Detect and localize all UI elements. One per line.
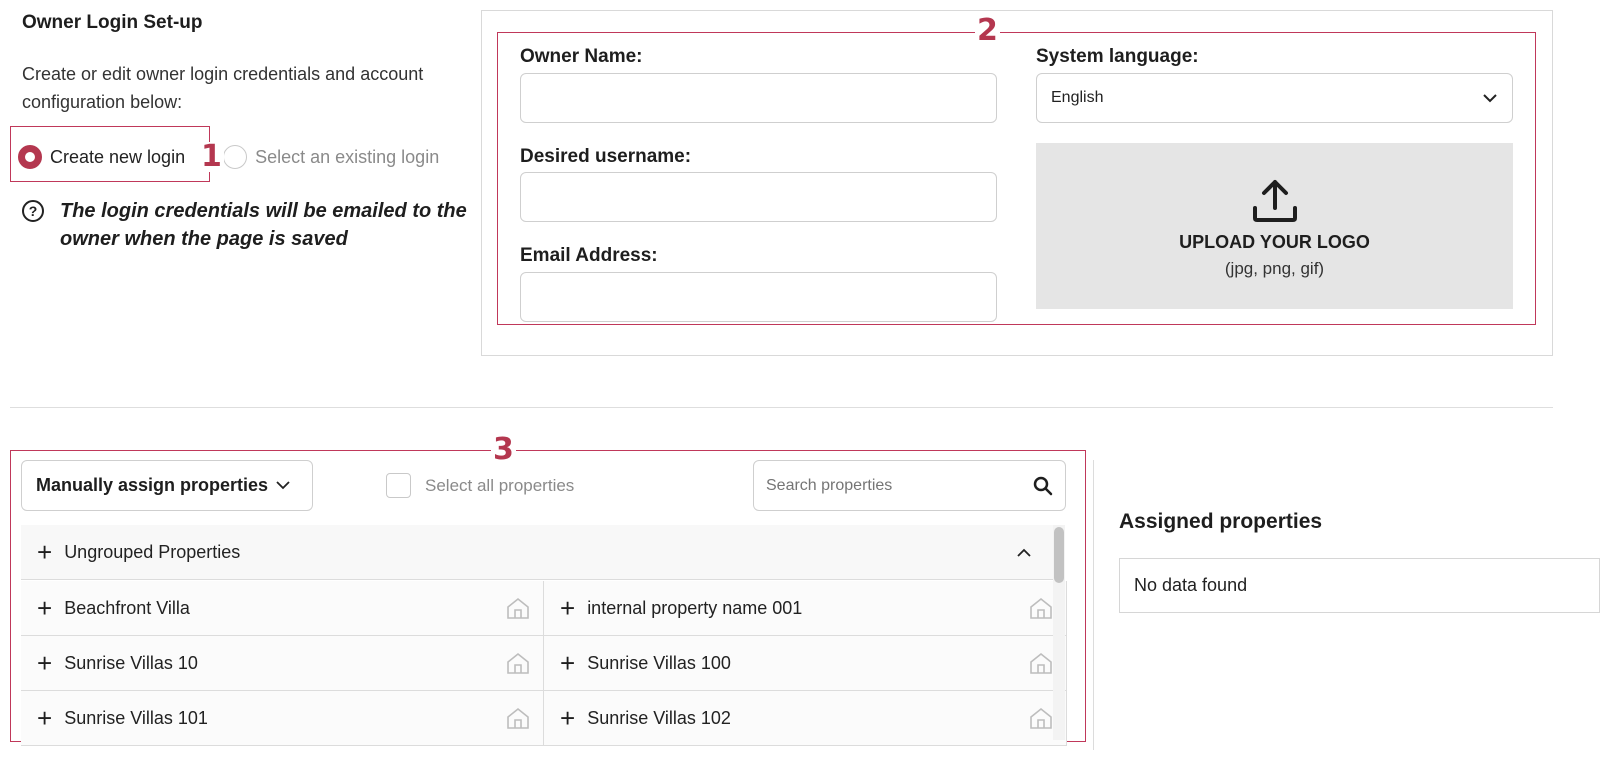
property-item[interactable]: + Sunrise Villas 100 bbox=[544, 636, 1067, 691]
house-icon bbox=[1030, 597, 1052, 619]
email-label: Email Address: bbox=[520, 245, 658, 266]
property-item[interactable]: + Sunrise Villas 10 bbox=[21, 636, 544, 691]
search-properties[interactable] bbox=[753, 460, 1066, 511]
owner-name-label: Owner Name: bbox=[520, 46, 643, 67]
radio-create-new-login-label: Create new login bbox=[50, 146, 186, 167]
upload-icon bbox=[1252, 179, 1297, 222]
property-name: Sunrise Villas 102 bbox=[587, 707, 731, 728]
property-group-name: Ungrouped Properties bbox=[64, 541, 241, 562]
property-item[interactable]: + Sunrise Villas 101 bbox=[21, 691, 544, 746]
username-label: Desired username: bbox=[520, 146, 692, 167]
search-icon[interactable] bbox=[1033, 476, 1053, 496]
plus-icon[interactable]: + bbox=[560, 650, 575, 676]
system-language-value: English bbox=[1051, 89, 1104, 106]
property-group-row[interactable]: + Ungrouped Properties bbox=[21, 525, 1053, 580]
plus-icon[interactable]: + bbox=[37, 595, 52, 621]
search-properties-input[interactable] bbox=[766, 476, 1006, 495]
section-description: Create or edit owner login credentials a… bbox=[22, 64, 424, 112]
login-mode-radio-group: Create new login Select an existing logi… bbox=[18, 136, 439, 178]
house-icon bbox=[1030, 652, 1052, 674]
plus-icon[interactable]: + bbox=[560, 705, 575, 731]
system-language-select[interactable]: English bbox=[1036, 73, 1513, 123]
assigned-properties-list: No data found bbox=[1119, 558, 1600, 613]
annotation-marker-2: 2 bbox=[975, 13, 1000, 48]
plus-icon[interactable]: + bbox=[37, 705, 52, 731]
chevron-down-icon bbox=[276, 481, 290, 490]
house-icon bbox=[507, 707, 529, 729]
question-circle-icon: ? bbox=[22, 200, 44, 222]
assign-mode-dropdown[interactable]: Manually assign properties bbox=[21, 460, 313, 511]
select-all-properties[interactable]: Select all properties bbox=[386, 473, 574, 498]
system-language-label: System language: bbox=[1036, 46, 1199, 67]
email-input[interactable] bbox=[520, 272, 997, 322]
property-item[interactable]: + Beachfront Villa bbox=[21, 581, 544, 636]
property-list: + Beachfront Villa + internal property n… bbox=[21, 581, 1067, 746]
radio-checked-icon bbox=[18, 145, 42, 169]
radio-select-existing-login[interactable]: Select an existing login bbox=[223, 145, 439, 169]
username-input[interactable] bbox=[520, 172, 997, 222]
column-separator bbox=[1093, 460, 1094, 750]
radio-select-existing-login-label: Select an existing login bbox=[255, 146, 440, 167]
upload-logo-hint: (jpg, png, gif) bbox=[1224, 258, 1325, 278]
property-name: Sunrise Villas 100 bbox=[587, 652, 731, 673]
plus-icon[interactable]: + bbox=[37, 650, 52, 676]
property-name: Beachfront Villa bbox=[64, 597, 190, 618]
plus-icon[interactable]: + bbox=[560, 595, 575, 621]
property-name: Sunrise Villas 10 bbox=[64, 652, 198, 673]
house-icon bbox=[507, 652, 529, 674]
chevron-up-icon[interactable] bbox=[1017, 548, 1031, 557]
select-all-label: Select all properties bbox=[425, 475, 575, 495]
scrollbar-thumb[interactable] bbox=[1054, 527, 1064, 583]
empty-state-text: No data found bbox=[1134, 575, 1248, 595]
owner-name-input[interactable] bbox=[520, 73, 997, 123]
select-all-checkbox[interactable] bbox=[386, 473, 411, 498]
house-icon bbox=[1030, 707, 1052, 729]
annotation-marker-1: 1 bbox=[199, 139, 224, 174]
help-text: The login credentials will be emailed to… bbox=[60, 200, 467, 250]
chevron-down-icon bbox=[1483, 94, 1497, 103]
property-item[interactable]: + Sunrise Villas 102 bbox=[544, 691, 1067, 746]
annotation-marker-3: 3 bbox=[491, 432, 516, 467]
assigned-properties-title: Assigned properties bbox=[1119, 510, 1323, 533]
radio-unchecked-icon bbox=[223, 145, 248, 169]
property-name: internal property name 001 bbox=[587, 597, 803, 618]
property-item[interactable]: + internal property name 001 bbox=[544, 581, 1067, 636]
property-name: Sunrise Villas 101 bbox=[64, 707, 208, 728]
section-divider bbox=[10, 407, 1553, 408]
assign-mode-label: Manually assign properties bbox=[36, 475, 269, 495]
section-title: Owner Login Set-up bbox=[22, 12, 203, 33]
upload-logo-dropzone[interactable]: UPLOAD YOUR LOGO (jpg, png, gif) bbox=[1036, 143, 1513, 309]
upload-logo-title: UPLOAD YOUR LOGO bbox=[1179, 231, 1370, 252]
plus-icon[interactable]: + bbox=[37, 539, 52, 565]
radio-create-new-login[interactable]: Create new login bbox=[18, 145, 185, 169]
house-icon bbox=[507, 597, 529, 619]
